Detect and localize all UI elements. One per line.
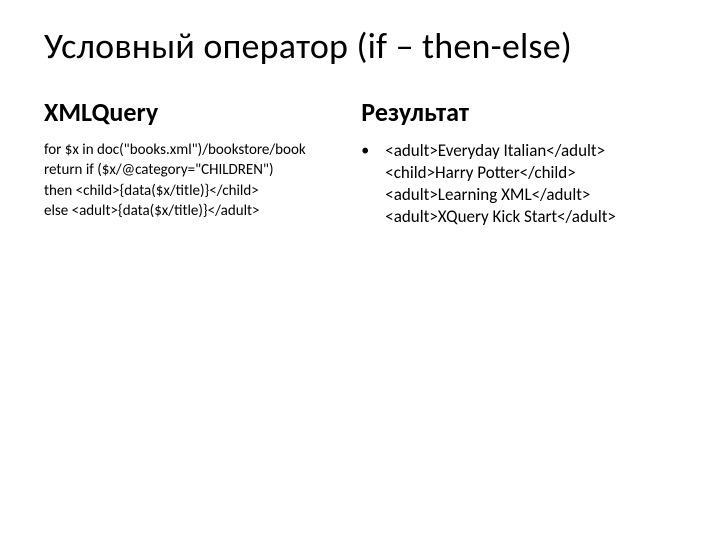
right-column: Результат • <adult>Everyday Italian</adu… bbox=[361, 96, 692, 228]
result-line: <adult>XQuery Kick Start</adult> bbox=[385, 206, 616, 228]
code-line: else <adult>{data($x/title)}</adult> bbox=[44, 201, 349, 221]
left-column: XMLQuery for $x in doc("books.xml")/book… bbox=[44, 96, 349, 228]
code-line: return if ($x/@category="CHILDREN") bbox=[44, 160, 349, 180]
result-block: • <adult>Everyday Italian</adult> <child… bbox=[361, 140, 692, 228]
xquery-code: for $x in doc("books.xml")/bookstore/boo… bbox=[44, 140, 349, 221]
result-line: <child>Harry Potter</child> bbox=[385, 162, 616, 184]
slide: Условный оператор (if – then-else) XMLQu… bbox=[0, 0, 720, 540]
result-line: <adult>Learning XML</adult> bbox=[385, 184, 616, 206]
columns: XMLQuery for $x in doc("books.xml")/book… bbox=[44, 96, 680, 228]
result-lines: <adult>Everyday Italian</adult> <child>H… bbox=[385, 140, 616, 228]
right-heading: Результат bbox=[361, 96, 692, 128]
bullet-icon: • bbox=[361, 140, 385, 228]
code-line: then <child>{data($x/title)}</child> bbox=[44, 181, 349, 201]
code-line: for $x in doc("books.xml")/bookstore/boo… bbox=[44, 140, 349, 160]
left-heading: XMLQuery bbox=[44, 96, 349, 128]
slide-title: Условный оператор (if – then-else) bbox=[44, 24, 680, 68]
result-line: <adult>Everyday Italian</adult> bbox=[385, 140, 616, 162]
